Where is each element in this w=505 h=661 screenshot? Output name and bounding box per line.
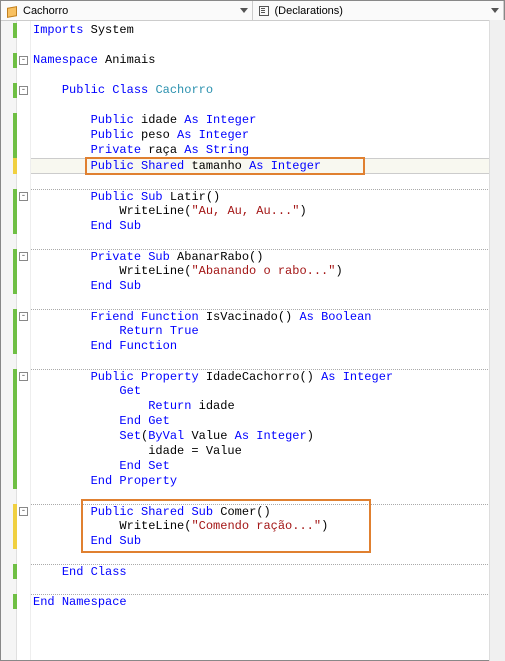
code-line[interactable]: End Property [31, 474, 504, 489]
fold-toggle[interactable]: - [19, 312, 28, 321]
fold-toggle[interactable]: - [19, 252, 28, 261]
code-line[interactable]: End Get [31, 414, 504, 429]
fold-toggle[interactable]: - [19, 56, 28, 65]
chevron-down-icon [491, 8, 499, 13]
code-line[interactable]: Public Class Cachorro [31, 83, 504, 98]
code-line[interactable] [31, 234, 504, 249]
code-line[interactable]: WriteLine("Abanando o rabo...") [31, 264, 504, 279]
code-area[interactable]: Imports System Namespace Animais Public … [31, 21, 504, 660]
outlining-margin: - - - - - - - [17, 21, 31, 660]
code-line[interactable]: Private raça As String [31, 143, 504, 158]
code-line[interactable] [31, 68, 504, 83]
member-dropdown-label: (Declarations) [275, 5, 343, 17]
code-line[interactable]: Friend Function IsVacinado() As Boolean [31, 309, 504, 324]
code-line[interactable]: Namespace Animais [31, 53, 504, 68]
class-dropdown-label: Cachorro [23, 5, 68, 17]
code-line[interactable]: Public peso As Integer [31, 128, 504, 143]
code-line[interactable]: Public Shared Sub Comer() [31, 504, 504, 519]
code-line[interactable]: End Namespace [31, 594, 504, 609]
code-line[interactable]: Return True [31, 324, 504, 339]
code-line[interactable]: End Sub [31, 279, 504, 294]
navigation-bar: Cachorro (Declarations) [1, 1, 504, 21]
code-line-current[interactable]: Public Shared tamanho As Integer [31, 158, 504, 174]
code-line[interactable]: WriteLine("Au, Au, Au...") [31, 204, 504, 219]
code-line[interactable]: Public Property IdadeCachorro() As Integ… [31, 369, 504, 384]
code-line[interactable]: WriteLine("Comendo ração...") [31, 519, 504, 534]
fold-toggle[interactable]: - [19, 192, 28, 201]
class-icon [5, 5, 19, 17]
code-line[interactable] [31, 38, 504, 53]
code-line[interactable]: Return idade [31, 399, 504, 414]
class-dropdown[interactable]: Cachorro [1, 1, 253, 20]
code-line[interactable]: End Sub [31, 534, 504, 549]
code-editor: - - - - - - - Imports System Namespace A… [1, 21, 504, 660]
fold-toggle[interactable]: - [19, 372, 28, 381]
code-line[interactable]: idade = Value [31, 444, 504, 459]
indicator-margin [1, 21, 17, 660]
code-line[interactable]: Set(ByVal Value As Integer) [31, 429, 504, 444]
member-dropdown[interactable]: (Declarations) [253, 1, 505, 20]
fold-toggle[interactable]: - [19, 507, 28, 516]
code-line[interactable] [31, 549, 504, 564]
code-line[interactable] [31, 174, 504, 189]
chevron-down-icon [240, 8, 248, 13]
code-line[interactable]: Private Sub AbanarRabo() [31, 249, 504, 264]
vertical-scrollbar[interactable] [489, 20, 505, 661]
code-line[interactable] [31, 294, 504, 309]
code-line[interactable]: Public Sub Latir() [31, 189, 504, 204]
code-line[interactable] [31, 489, 504, 504]
code-line[interactable]: End Sub [31, 219, 504, 234]
code-line[interactable] [31, 98, 504, 113]
code-line[interactable]: End Function [31, 339, 504, 354]
code-line[interactable]: Get [31, 384, 504, 399]
fold-toggle[interactable]: - [19, 86, 28, 95]
code-line[interactable]: Imports System [31, 23, 504, 38]
declarations-icon [257, 5, 271, 17]
code-line[interactable] [31, 579, 504, 594]
code-line[interactable]: Public idade As Integer [31, 113, 504, 128]
code-line[interactable] [31, 354, 504, 369]
code-line[interactable]: End Set [31, 459, 504, 474]
code-line[interactable]: End Class [31, 564, 504, 579]
